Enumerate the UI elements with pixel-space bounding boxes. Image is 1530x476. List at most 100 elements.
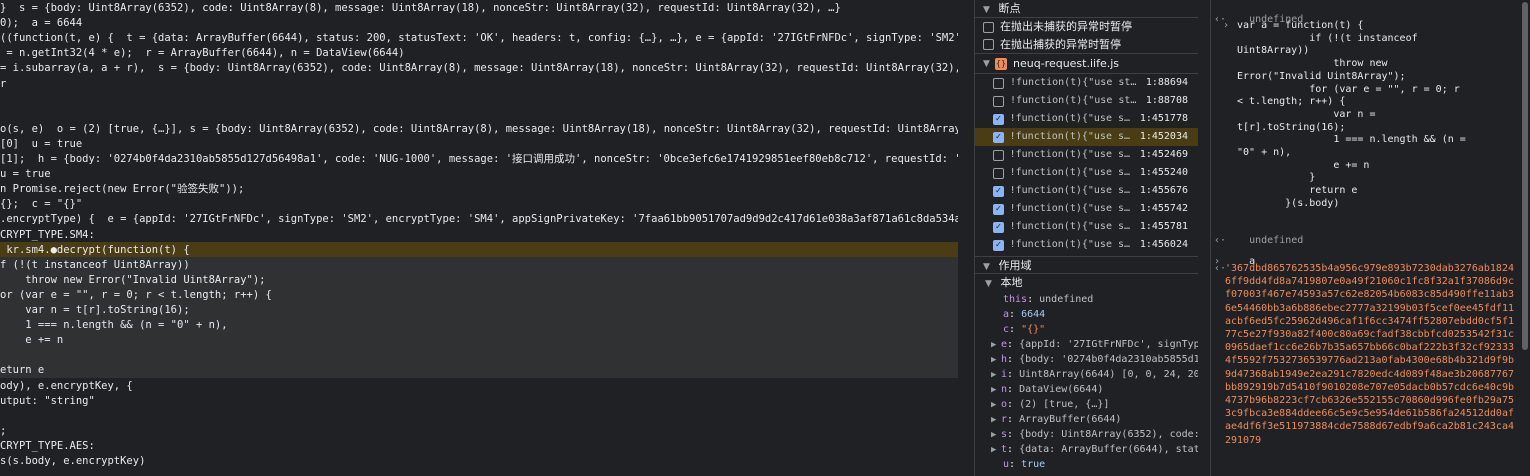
- expand-triangle-icon[interactable]: ▶: [991, 428, 1001, 442]
- code-line[interactable]: ((function(t, e) { t = {data: ArrayBuffe…: [0, 30, 958, 46]
- breakpoint-location: 1:88708: [1145, 95, 1188, 106]
- code-line[interactable]: {}; c = "{}": [0, 196, 958, 212]
- breakpoint-item[interactable]: !function(t){"use s… 1:452469: [975, 146, 1198, 164]
- breakpoint-item[interactable]: ✓ !function(t){"use s… 1:455676: [975, 182, 1198, 200]
- code-line[interactable]: [0, 91, 958, 107]
- code-line[interactable]: [1]; h = {body: '0274b0f4da2310ab5855d12…: [0, 151, 958, 167]
- code-line[interactable]: = i.subarray(a, a + r), s = {body: Uint8…: [0, 60, 958, 76]
- code-line[interactable]: [0, 347, 958, 364]
- breakpoint-code: !function(t){"use s…: [1009, 113, 1131, 124]
- code-line[interactable]: [0] u = true: [0, 136, 958, 152]
- breakpoint-location: 1:455742: [1139, 203, 1188, 214]
- code-line[interactable]: 1 === n.length && (n = "0" + n),: [0, 317, 958, 334]
- expand-triangle-icon[interactable]: ▶: [991, 368, 1001, 382]
- pause-uncaught-checkbox[interactable]: [983, 21, 994, 33]
- code-line[interactable]: eturn e: [0, 362, 958, 379]
- expand-triangle-icon[interactable]: ▶: [991, 443, 1001, 457]
- code-line[interactable]: } s = {body: Uint8Array(6352), code: Uin…: [0, 0, 958, 16]
- breakpoint-checkbox[interactable]: ✓: [993, 239, 1004, 251]
- console-code-line: Uint8Array)): [1237, 45, 1310, 57]
- code-line[interactable]: var n = t[r].toString(16);: [0, 302, 958, 318]
- scope-variable[interactable]: ▶ o: (2) [true, {…}]: [975, 397, 1198, 412]
- scope-variable[interactable]: this: undefined: [975, 292, 1198, 307]
- scope-variable[interactable]: c: "{}": [975, 322, 1198, 337]
- scope-variable[interactable]: ▶ i: Uint8Array(6644) [0, 0, 24, 200: [975, 367, 1198, 382]
- code-line[interactable]: .encryptType) { e = {appId: '27IGtFrNFDc…: [0, 211, 958, 227]
- breakpoint-item[interactable]: ✓ !function(t){"use s… 1:455781: [975, 218, 1198, 236]
- breakpoint-location: 1:452034: [1139, 131, 1188, 142]
- breakpoint-item[interactable]: !function(t){"use st… 1:88694: [975, 74, 1198, 92]
- code-line[interactable]: CRYPT_TYPE.AES:: [0, 438, 958, 454]
- breakpoint-checkbox[interactable]: ✓: [993, 221, 1004, 233]
- local-scope-header[interactable]: ▼ 本地: [975, 274, 1198, 292]
- js-file-icon: {}: [995, 57, 1007, 70]
- code-line[interactable]: e += n: [0, 332, 958, 349]
- breakpoint-code: !function(t){"use s…: [1009, 185, 1131, 196]
- code-line[interactable]: utput: "string": [0, 393, 958, 409]
- breakpoint-location: 1:455240: [1139, 167, 1188, 178]
- breakpoint-checkbox[interactable]: [993, 167, 1004, 179]
- code-line[interactable]: f (!(t instanceof Uint8Array)): [0, 256, 958, 273]
- code-line[interactable]: ;: [0, 423, 958, 439]
- scope-variable[interactable]: ▶ t: {data: ArrayBuffer(6644), stat: [975, 442, 1198, 457]
- console-code-line: return e: [1237, 185, 1358, 197]
- breakpoint-item[interactable]: ✓ !function(t){"use s… 1:451778: [975, 110, 1198, 128]
- breakpoint-checkbox[interactable]: [993, 149, 1004, 161]
- console-code-line: }: [1237, 172, 1316, 184]
- console-scrollbar[interactable]: [1522, 2, 1528, 350]
- code-line[interactable]: = n.getInt32(4 * e); r = ArrayBuffer(664…: [0, 45, 958, 61]
- console-code-line: throw new: [1237, 58, 1388, 70]
- code-line[interactable]: ody), e.encryptKey, {: [0, 378, 958, 394]
- expand-triangle-icon[interactable]: ▶: [991, 338, 1001, 352]
- code-line[interactable]: o(s, e) o = (2) [true, {…}], s = {body: …: [0, 121, 958, 137]
- code-line[interactable]: [0, 408, 958, 424]
- scope-variable-value: {body: '0274b0f4da2310ab5855d1: [1019, 354, 1198, 365]
- scope-variable[interactable]: ▶ e: {appId: '27IGtFrNFDc', signTyp: [975, 337, 1198, 352]
- hex-string-output: ‹· '367dbd865762535b4a956c979e893b7230dab…: [1214, 262, 1517, 447]
- breakpoint-checkbox[interactable]: ✓: [993, 203, 1004, 215]
- code-line[interactable]: s(s.body, e.encryptKey): [0, 453, 958, 469]
- expand-triangle-icon[interactable]: ▶: [991, 398, 1001, 412]
- breakpoint-checkbox[interactable]: ✓: [993, 131, 1004, 143]
- console-code-line: "0" + n),: [1237, 147, 1292, 158]
- pause-caught-checkbox[interactable]: [983, 39, 994, 50]
- breakpoint-item[interactable]: ✓ !function(t){"use s… 1:455742: [975, 200, 1198, 218]
- code-line[interactable]: or (var e = "", r = 0; r < t.length; r++…: [0, 286, 958, 303]
- expand-triangle-icon[interactable]: ▶: [991, 413, 1001, 427]
- breakpoint-item[interactable]: !function(t){"use s… 1:455240: [975, 164, 1198, 182]
- breakpoint-checkbox[interactable]: ✓: [993, 185, 1004, 197]
- breakpoint-checkbox[interactable]: [993, 95, 1004, 107]
- pause-caught-option[interactable]: 在抛出捕获的异常时暂停: [975, 36, 1198, 54]
- breakpoint-checkbox[interactable]: [993, 77, 1004, 89]
- scope-variable-value: {data: ArrayBuffer(6644), stat: [1019, 444, 1198, 455]
- expand-triangle-icon[interactable]: ▶: [991, 383, 1001, 397]
- pause-uncaught-label: 在抛出未捕获的异常时暂停: [1000, 20, 1132, 33]
- console-panel[interactable]: ‹· undefined var a = function(t) { if (!(…: [1210, 0, 1530, 476]
- breakpoint-item[interactable]: ✓ !function(t){"use s… 1:456024: [975, 236, 1198, 254]
- source-editor[interactable]: } s = {body: Uint8Array(6352), code: Uin…: [0, 0, 958, 476]
- code-line[interactable]: [0, 106, 958, 122]
- code-line[interactable]: CRYPT_TYPE.SM4:: [0, 227, 958, 243]
- code-line[interactable]: u = true: [0, 166, 958, 182]
- breakpoint-item[interactable]: ✓ !function(t){"use s… 1:452034: [975, 128, 1198, 146]
- code-line[interactable]: kr.sm4.●decrypt(function(t) {: [0, 241, 958, 258]
- scope-variable[interactable]: a: 6644: [975, 307, 1198, 322]
- scope-variable[interactable]: ▶ s: {body: Uint8Array(6352), code:: [975, 427, 1198, 442]
- expand-triangle-icon: ▼: [983, 5, 990, 15]
- scope-variable[interactable]: ▶ n: DataView(6644): [975, 382, 1198, 397]
- code-line[interactable]: n Promise.reject(new Error("验签失败"));: [0, 181, 958, 197]
- breakpoint-file-group[interactable]: ▼ {} neuq-request.iife.js: [975, 54, 1198, 74]
- breakpoint-item[interactable]: !function(t){"use st… 1:88708: [975, 92, 1198, 110]
- breakpoints-section-header[interactable]: ▼ 断点: [975, 0, 1198, 18]
- code-line[interactable]: throw new Error("Invalid Uint8Array");: [0, 271, 958, 288]
- code-line[interactable]: r: [0, 76, 958, 92]
- expand-triangle-icon[interactable]: ▶: [991, 353, 1001, 367]
- breakpoint-checkbox[interactable]: ✓: [993, 113, 1004, 125]
- scope-section-header[interactable]: ▼ 作用域: [975, 256, 1198, 274]
- breakpoint-code: !function(t){"use s…: [1009, 221, 1131, 232]
- pause-uncaught-option[interactable]: 在抛出未捕获的异常时暂停: [975, 18, 1198, 36]
- code-line[interactable]: 0); a = 6644: [0, 15, 958, 31]
- scope-variable[interactable]: ▶ r: ArrayBuffer(6644): [975, 412, 1198, 427]
- scope-variable[interactable]: u: true: [975, 457, 1198, 472]
- scope-variable[interactable]: ▶ h: {body: '0274b0f4da2310ab5855d1: [975, 352, 1198, 367]
